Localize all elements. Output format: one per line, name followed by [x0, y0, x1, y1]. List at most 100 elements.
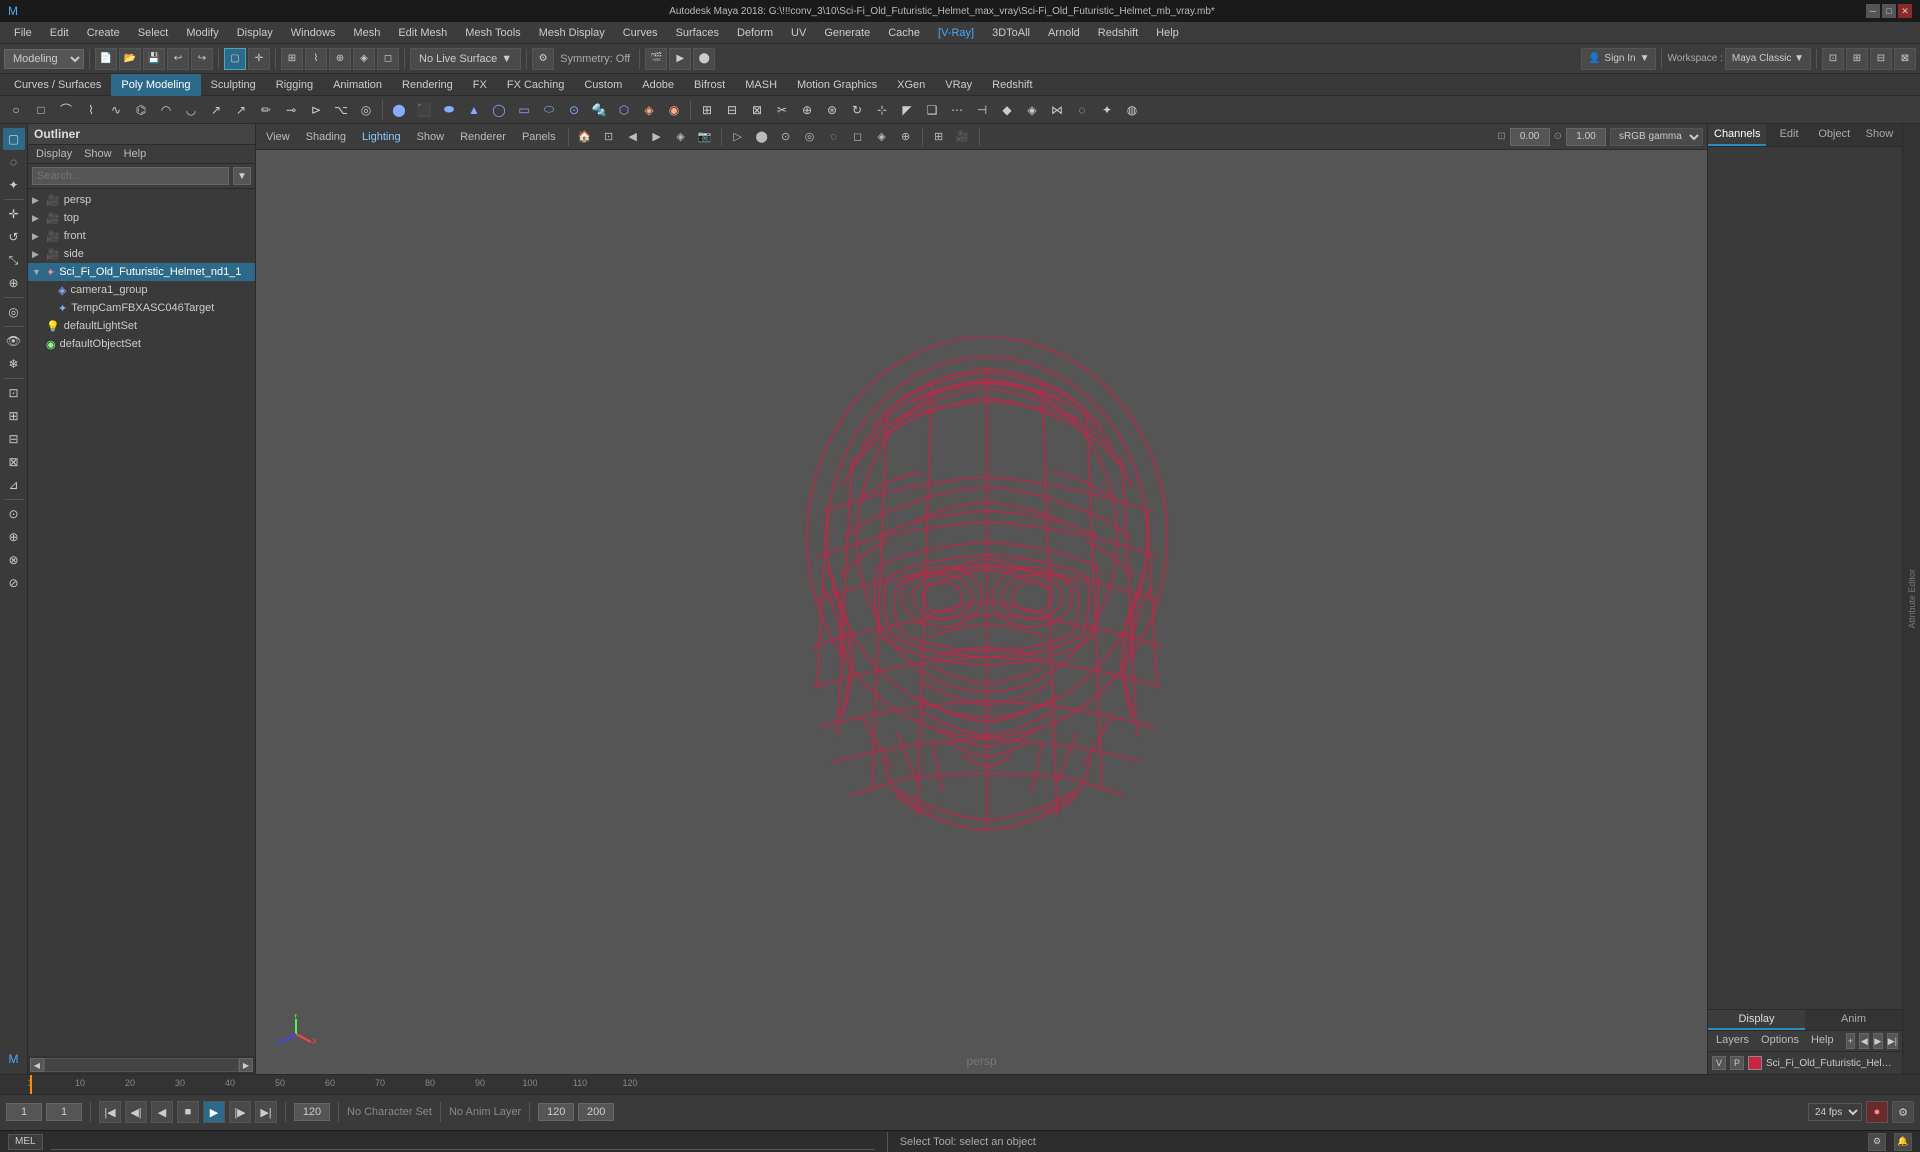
vp-render7[interactable]: ◈ — [872, 127, 892, 147]
tool-sphere[interactable]: ⬤ — [387, 98, 411, 122]
tool-insert[interactable]: ⊕ — [795, 98, 819, 122]
select-tool-side[interactable]: ▢ — [3, 128, 25, 150]
side-render4[interactable]: ⊠ — [3, 451, 25, 473]
scale-tool-side[interactable]: ⤡ — [3, 249, 25, 271]
vp-prev-btn[interactable]: ◀ — [623, 127, 643, 147]
side-icon1[interactable]: ⊙ — [3, 503, 25, 525]
fps-selector[interactable]: 24 fps 25 fps 30 fps — [1808, 1103, 1862, 1121]
tool-offset[interactable]: ⊛ — [820, 98, 844, 122]
tool-ep[interactable]: ↗ — [229, 98, 253, 122]
tool-bevel[interactable]: ⊠ — [745, 98, 769, 122]
tool-collapse[interactable]: ◆ — [995, 98, 1019, 122]
side-render3[interactable]: ⊟ — [3, 428, 25, 450]
mode-mash[interactable]: MASH — [735, 74, 787, 96]
open-file-btn[interactable]: 📂 — [119, 48, 141, 70]
vp-menu-shading[interactable]: Shading — [300, 129, 352, 145]
vp-menu-lighting[interactable]: Lighting — [356, 129, 407, 145]
tl-step-back[interactable]: ◀| — [125, 1101, 147, 1123]
menu-vray[interactable]: [V-Ray] — [930, 25, 982, 41]
layer-next-btn[interactable]: ▶ — [1873, 1033, 1883, 1049]
menu-modify[interactable]: Modify — [178, 25, 226, 41]
viewport-canvas[interactable]: X Y Z persp — [256, 150, 1707, 1074]
vp-render1[interactable]: ▷ — [728, 127, 748, 147]
menu-mesh-tools[interactable]: Mesh Tools — [457, 25, 528, 41]
layer-end-btn[interactable]: ▶| — [1887, 1033, 1898, 1049]
tree-item-default-object-set[interactable]: ◉ defaultObjectSet — [28, 335, 255, 353]
tab-display[interactable]: Display — [1708, 1010, 1805, 1030]
tool-three-pt[interactable]: ⊳ — [304, 98, 328, 122]
tool-paint[interactable]: ◍ — [1120, 98, 1144, 122]
mode-fx-caching[interactable]: FX Caching — [497, 74, 574, 96]
tool-bend[interactable]: ⌥ — [329, 98, 353, 122]
tool-poke[interactable]: ⊹ — [870, 98, 894, 122]
layer-v-button[interactable]: V — [1712, 1056, 1726, 1070]
outliner-scrollbar[interactable] — [44, 1058, 239, 1072]
tab-object[interactable]: Object — [1812, 124, 1857, 146]
tool-detach[interactable]: ⊣ — [970, 98, 994, 122]
maximize-button[interactable]: □ — [1882, 4, 1896, 18]
mel-mode-btn[interactable]: MEL — [8, 1134, 43, 1150]
timeline-ruler[interactable]: 1 10 20 30 40 50 60 70 80 90 100 110 120 — [0, 1075, 1920, 1095]
window-controls[interactable]: ─ □ ✕ — [1866, 4, 1912, 18]
outliner-menu-display[interactable]: Display — [32, 147, 76, 161]
side-icon3[interactable]: ⊗ — [3, 549, 25, 571]
vp-book-btn[interactable]: 📷 — [695, 127, 715, 147]
menu-curves[interactable]: Curves — [615, 25, 666, 41]
tool-pencil[interactable]: ✏ — [254, 98, 278, 122]
outliner-scroll-left[interactable]: ◀ — [30, 1058, 44, 1072]
tool-disk[interactable]: ⬭ — [537, 98, 561, 122]
rotate-tool-side[interactable]: ↺ — [3, 226, 25, 248]
layout-btn4[interactable]: ⊠ — [1894, 48, 1916, 70]
tl-stop[interactable]: ■ — [177, 1101, 199, 1123]
mode-bifrost[interactable]: Bifrost — [684, 74, 735, 96]
tab-anim[interactable]: Anim — [1805, 1010, 1902, 1030]
layer-menu-options[interactable]: Options — [1757, 1033, 1803, 1049]
mode-curves-surfaces[interactable]: Curves / Surfaces — [4, 74, 111, 96]
undo-btn[interactable]: ↩ — [167, 48, 189, 70]
anim-end2-input[interactable]: 200 — [578, 1103, 614, 1121]
tool-connect[interactable]: ⋯ — [945, 98, 969, 122]
tab-edit[interactable]: Edit — [1766, 124, 1811, 146]
tool-curve3[interactable]: ∿ — [104, 98, 128, 122]
menu-surfaces[interactable]: Surfaces — [668, 25, 727, 41]
vp-grid-btn[interactable]: ⊞ — [929, 127, 949, 147]
side-icon2[interactable]: ⊕ — [3, 526, 25, 548]
mode-custom[interactable]: Custom — [574, 74, 632, 96]
tl-go-start[interactable]: |◀ — [99, 1101, 121, 1123]
no-live-surface-btn[interactable]: No Live Surface ▼ — [410, 48, 521, 70]
outliner-scroll-right[interactable]: ▶ — [239, 1058, 253, 1072]
exposure-input[interactable] — [1510, 128, 1550, 146]
tool-extrude[interactable]: ⊞ — [695, 98, 719, 122]
vp-render8[interactable]: ⊕ — [896, 127, 916, 147]
tool-spin[interactable]: ↻ — [845, 98, 869, 122]
outliner-menu-show[interactable]: Show — [80, 147, 116, 161]
sculpt-tool-side[interactable]: ◎ — [3, 301, 25, 323]
workspace-selector[interactable]: Maya Classic ▼ — [1725, 48, 1811, 70]
move-tool-side[interactable]: ✛ — [3, 203, 25, 225]
tool-duplicate[interactable]: ❑ — [920, 98, 944, 122]
tree-item-persp[interactable]: ▶ 🎥 persp — [28, 191, 255, 209]
snap-surface-btn[interactable]: ◻ — [377, 48, 399, 70]
tool-subdiv[interactable]: ◈ — [637, 98, 661, 122]
menu-create[interactable]: Create — [79, 25, 128, 41]
tool-curve4[interactable]: ⌬ — [129, 98, 153, 122]
vp-home-btn[interactable]: 🏠 — [575, 127, 595, 147]
module-selector[interactable]: Modeling — [4, 49, 84, 69]
snap-point-btn[interactable]: ⊕ — [329, 48, 351, 70]
side-icon4[interactable]: ⊘ — [3, 572, 25, 594]
mode-xgen[interactable]: XGen — [887, 74, 935, 96]
tool-square[interactable]: □ — [29, 98, 53, 122]
vp-menu-panels[interactable]: Panels — [516, 129, 562, 145]
tool-geo[interactable]: ◉ — [662, 98, 686, 122]
render-settings-btn[interactable]: 🎬 — [645, 48, 667, 70]
mode-vray[interactable]: VRay — [935, 74, 982, 96]
vp-menu-view[interactable]: View — [260, 129, 296, 145]
menu-redshift[interactable]: Redshift — [1090, 25, 1146, 41]
vp-fit-btn[interactable]: ⊡ — [599, 127, 619, 147]
transform-tool-side[interactable]: ⊕ — [3, 272, 25, 294]
layer-menu-help[interactable]: Help — [1807, 1033, 1838, 1049]
tool-circle[interactable]: ○ — [4, 98, 28, 122]
mode-fx[interactable]: FX — [463, 74, 497, 96]
mode-adobe[interactable]: Adobe — [632, 74, 684, 96]
vp-render6[interactable]: ◻ — [848, 127, 868, 147]
